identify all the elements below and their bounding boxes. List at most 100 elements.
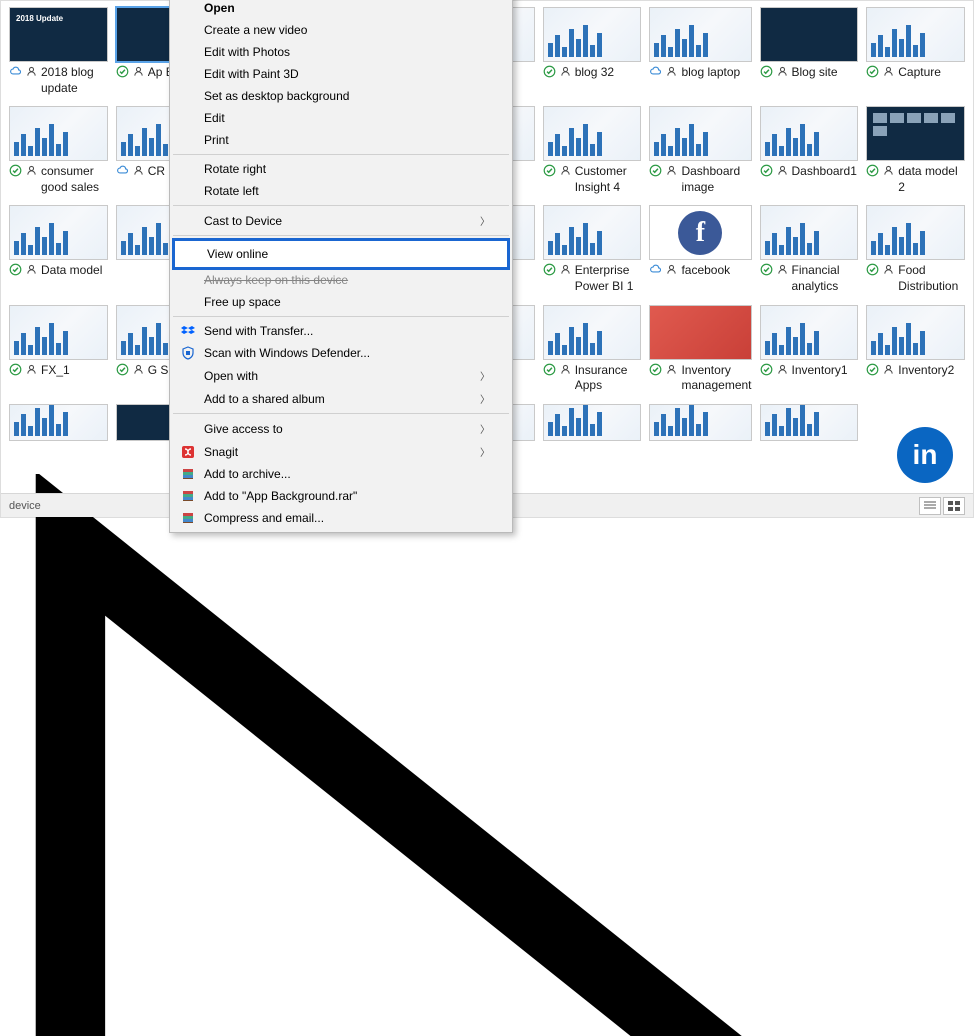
menu-item-label: Edit — [204, 111, 490, 125]
file-tile[interactable]: Blog site — [760, 7, 859, 96]
file-caption: Customer Insight 4 — [543, 161, 642, 195]
menu-item-label: Always keep on this device — [204, 273, 490, 287]
shared-person-icon — [559, 263, 572, 276]
shared-person-icon — [665, 263, 678, 276]
file-tile[interactable]: Customer Insight 4 — [543, 106, 642, 195]
menu-item[interactable]: Open — [172, 0, 510, 19]
file-caption: Capture — [866, 62, 965, 81]
sync-check-icon — [9, 363, 22, 376]
menu-item-label: Print — [204, 133, 490, 147]
menu-item[interactable]: Open with〉 — [172, 364, 510, 387]
shared-person-icon — [776, 65, 789, 78]
file-label: CR — [148, 164, 165, 180]
file-tile[interactable]: Data model — [9, 205, 108, 294]
file-label: Dashboard1 — [792, 164, 857, 180]
file-label: Inventory2 — [898, 363, 954, 379]
view-details-button[interactable] — [919, 497, 941, 515]
file-caption: blog laptop — [649, 62, 751, 81]
menu-item-label: Open — [204, 1, 490, 15]
menu-item[interactable]: Rotate right — [172, 158, 510, 180]
shared-person-icon — [25, 164, 38, 177]
menu-item-label: Scan with Windows Defender... — [204, 346, 490, 360]
menu-item-label: Send with Transfer... — [204, 324, 490, 338]
file-tile[interactable]: Capture — [866, 7, 965, 96]
menu-item[interactable]: Compress and email... — [172, 507, 510, 529]
file-label: consumer good sales — [41, 164, 108, 195]
file-caption: Insurance Apps — [543, 360, 642, 394]
menu-item[interactable]: Add to archive... — [172, 463, 510, 485]
sync-check-icon — [116, 363, 129, 376]
file-tile[interactable] — [543, 404, 642, 444]
file-tile[interactable]: ffacebook — [649, 205, 751, 294]
file-tile[interactable]: Financial analytics — [760, 205, 859, 294]
file-tile[interactable]: Enterprise Power BI 1 — [543, 205, 642, 294]
chevron-right-icon: 〉 — [480, 444, 490, 459]
menu-item[interactable]: Cast to Device〉 — [172, 209, 510, 232]
file-label: Enterprise Power BI 1 — [575, 263, 642, 294]
file-tile[interactable]: FX_1 — [9, 305, 108, 394]
sync-check-icon — [866, 65, 879, 78]
shared-person-icon — [882, 263, 895, 276]
menu-item[interactable]: Set as desktop background — [172, 85, 510, 107]
menu-item[interactable]: Add to a shared album〉 — [172, 387, 510, 410]
file-caption — [760, 441, 859, 444]
menu-item-label: View online — [207, 247, 487, 261]
menu-item[interactable]: Edit with Paint 3D — [172, 63, 510, 85]
file-tile[interactable]: 2018 Update2018 blog update — [9, 7, 108, 96]
menu-item[interactable]: Free up space — [172, 291, 510, 313]
file-tile[interactable]: data model 2 — [866, 106, 965, 195]
cloud-icon — [116, 164, 129, 177]
file-tile[interactable] — [9, 404, 108, 444]
file-tile[interactable] — [760, 404, 859, 444]
file-tile[interactable]: Insurance Apps — [543, 305, 642, 394]
file-tile[interactable]: Dashboard1 — [760, 106, 859, 195]
dropbox-icon — [180, 323, 196, 339]
menu-item[interactable]: Scan with Windows Defender... — [172, 342, 510, 364]
menu-item[interactable]: Send with Transfer... — [172, 320, 510, 342]
menu-item-highlighted[interactable]: View online — [172, 238, 510, 270]
file-tile[interactable]: blog laptop — [649, 7, 751, 96]
menu-item[interactable]: Give access to〉 — [172, 417, 510, 440]
menu-item[interactable]: Rotate left — [172, 180, 510, 202]
menu-item[interactable]: Snagit〉 — [172, 440, 510, 463]
file-tile[interactable]: consumer good sales — [9, 106, 108, 195]
menu-item[interactable]: Print — [172, 129, 510, 151]
shared-person-icon — [882, 164, 895, 177]
file-label: 2018 blog update — [41, 65, 108, 96]
file-caption: data model 2 — [866, 161, 965, 195]
shared-person-icon — [559, 164, 572, 177]
menu-item[interactable]: Always keep on this device — [172, 269, 510, 291]
file-tile[interactable]: Inventory2 — [866, 305, 965, 394]
file-label: Customer Insight 4 — [575, 164, 642, 195]
file-label: data model 2 — [898, 164, 965, 195]
file-caption: facebook — [649, 260, 751, 279]
menu-item-label: Edit with Photos — [204, 45, 490, 59]
file-tile[interactable]: Food Distribution — [866, 205, 965, 294]
menu-item[interactable]: Add to "App Background.rar" — [172, 485, 510, 507]
file-tile[interactable]: Dashboard image — [649, 106, 751, 195]
file-label: G S — [148, 363, 169, 379]
shared-person-icon — [882, 65, 895, 78]
shared-person-icon — [559, 65, 572, 78]
sync-check-icon — [760, 263, 773, 276]
menu-item-label: Cast to Device — [204, 214, 480, 228]
file-tile[interactable]: blog 32 — [543, 7, 642, 96]
rar-icon — [180, 510, 196, 526]
file-caption — [543, 441, 642, 444]
menu-item[interactable]: Edit — [172, 107, 510, 129]
file-label: FX_1 — [41, 363, 70, 379]
menu-item[interactable]: Edit with Photos — [172, 41, 510, 63]
chevron-right-icon: 〉 — [480, 421, 490, 436]
menu-item[interactable]: Create a new video — [172, 19, 510, 41]
menu-item[interactable]: View online — [175, 241, 507, 267]
menu-item-label: Snagit — [204, 445, 480, 459]
file-tile[interactable] — [649, 404, 751, 444]
sync-check-icon — [866, 263, 879, 276]
view-thumbnails-button[interactable] — [943, 497, 965, 515]
file-tile[interactable]: Inventory1 — [760, 305, 859, 394]
file-tile[interactable]: Inventory management — [649, 305, 751, 394]
status-text: device — [9, 500, 41, 512]
sync-check-icon — [116, 65, 129, 78]
sync-check-icon — [9, 263, 22, 276]
menu-separator — [173, 413, 509, 414]
